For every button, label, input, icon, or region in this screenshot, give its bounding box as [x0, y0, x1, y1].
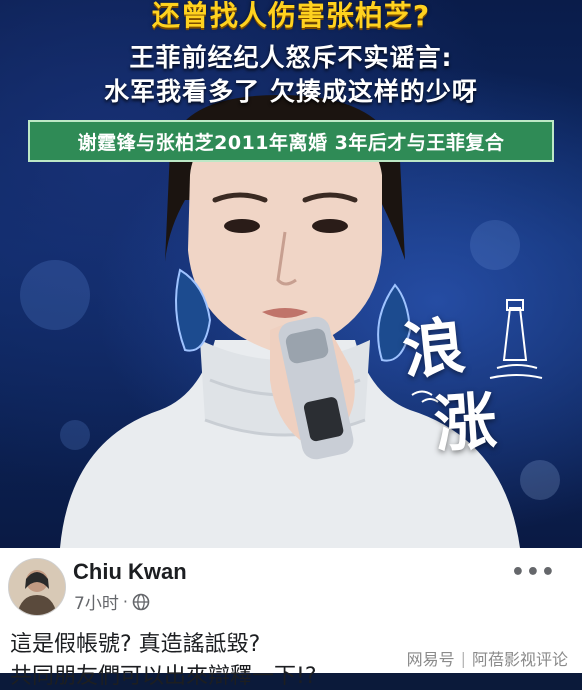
more-options-button[interactable]: •••: [511, 560, 556, 585]
post-text-line-1: 這是假帳號? 真造謠詆毀?: [10, 632, 261, 657]
avatar[interactable]: [8, 558, 66, 616]
video-frame: 还曾找人伤害张柏芝? 王菲前经纪人怒斥不实谣言: 水军我看多了 欠揍成这样的少呀…: [0, 0, 582, 548]
watermark-source: 网易号: [406, 650, 455, 669]
avatar-photo: [9, 559, 65, 615]
headline-subtitle-1: 王菲前经纪人怒斥不实谣言:: [129, 43, 453, 72]
news-banner-text: 谢霆锋与张柏芝2011年离婚 3年后才与王菲复合: [77, 131, 505, 154]
meta-separator: ·: [122, 592, 128, 611]
news-banner: 谢霆锋与张柏芝2011年离婚 3年后才与王菲复合: [28, 120, 554, 162]
post-text-line-2: 共同朋友們可以出來辯釋一下!?: [10, 664, 317, 689]
headline-subtitle-2: 水军我看多了 欠揍成这样的少呀: [104, 77, 478, 106]
post-timestamp[interactable]: 7小时: [74, 589, 119, 614]
author-name[interactable]: Chiu Kwan: [73, 559, 187, 585]
globe-icon: [132, 593, 150, 610]
watermark: 网易号 | 阿蓓影视评论: [407, 646, 568, 670]
show-logo: 浪 涨: [392, 290, 562, 461]
show-logo-char-2: 涨: [431, 383, 499, 462]
post-meta: 7小时 ·: [74, 589, 150, 614]
watermark-separator: |: [460, 648, 466, 668]
watermark-author: 阿蓓影视评论: [471, 650, 568, 669]
headline-title: 还曾找人伤害张柏芝?: [151, 0, 431, 32]
